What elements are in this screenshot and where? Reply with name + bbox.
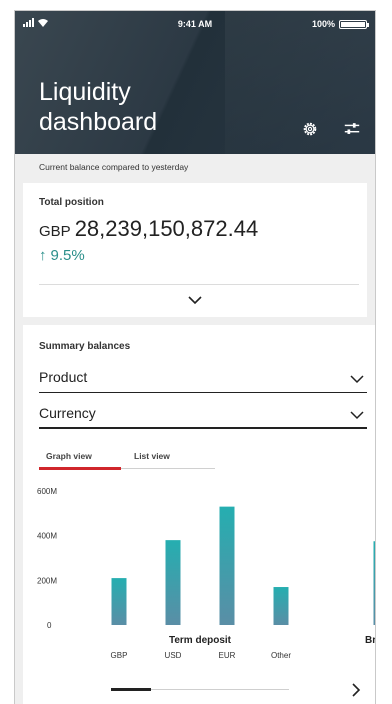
chart-bar <box>165 540 181 625</box>
change-value: 9.5% <box>50 247 85 264</box>
product-select-value: Product <box>39 369 88 385</box>
filter-sliders-icon[interactable] <box>343 120 361 138</box>
status-bar: 9:41 AM 100% <box>15 17 375 33</box>
page-title: Liquidity dashboard <box>39 78 158 136</box>
chevron-down-icon <box>350 375 364 384</box>
chevron-down-icon <box>350 411 364 420</box>
header: 9:41 AM 100% Liquidity dashboard <box>15 11 375 154</box>
balances-bar-chart: 600M 400M 200M 0 GBP USD EUR Other Term deposit B… <box>37 487 376 660</box>
y-tick-label: 400M <box>37 532 57 541</box>
total-position-card: Total position GBP 28,239,150,872.44 ↑ 9.5… <box>23 183 367 317</box>
x-tick-label: Other <box>271 651 291 660</box>
chart-bar <box>373 541 375 625</box>
chart-bar <box>219 506 235 625</box>
tab-graph-view[interactable]: Graph view <box>46 451 92 461</box>
product-select[interactable]: Product <box>39 365 367 393</box>
currency-select[interactable]: Currency <box>39 401 367 429</box>
x-tick-label: USD <box>165 651 182 660</box>
gear-icon[interactable] <box>301 120 319 138</box>
total-position-label: Total position <box>39 197 104 208</box>
x-tick-label: GBP <box>111 651 128 660</box>
app-frame: 9:41 AM 100% Liquidity dashboard Current… <box>14 10 376 704</box>
x-tick-label: EUR <box>219 651 236 660</box>
amount-value: 28,239,150,872.44 <box>74 216 259 241</box>
chart-bar <box>111 578 127 625</box>
change-indicator: ↑ 9.5% <box>39 247 85 264</box>
currency-select-value: Currency <box>39 405 96 421</box>
battery-percent: 100% <box>311 19 335 29</box>
currency-code: GBP <box>39 223 71 240</box>
y-tick-label: 600M <box>37 487 57 496</box>
view-tabs: Graph view List view <box>39 449 215 470</box>
status-time: 9:41 AM <box>177 19 213 29</box>
chart-scroll-thumb[interactable] <box>111 688 151 691</box>
chevron-down-icon[interactable] <box>187 292 203 308</box>
chart-bar <box>273 587 289 625</box>
comparison-note: Current balance compared to yesterday <box>39 162 189 172</box>
total-amount: GBP 28,239,150,872.44 <box>39 216 258 242</box>
battery-icon <box>339 20 369 29</box>
y-tick-label: 0 <box>47 621 52 630</box>
divider <box>39 284 359 285</box>
group-label: Term deposit <box>169 635 232 646</box>
active-tab-indicator <box>39 467 121 470</box>
summary-balances-card: Summary balances Product Currency Graph … <box>23 325 376 704</box>
summary-label: Summary balances <box>39 341 131 352</box>
y-tick-label: 200M <box>37 576 57 585</box>
chevron-right-icon[interactable] <box>349 682 363 698</box>
tab-list-view[interactable]: List view <box>134 451 170 461</box>
group-label: Br <box>365 635 376 646</box>
arrow-up-icon: ↑ <box>39 247 47 264</box>
